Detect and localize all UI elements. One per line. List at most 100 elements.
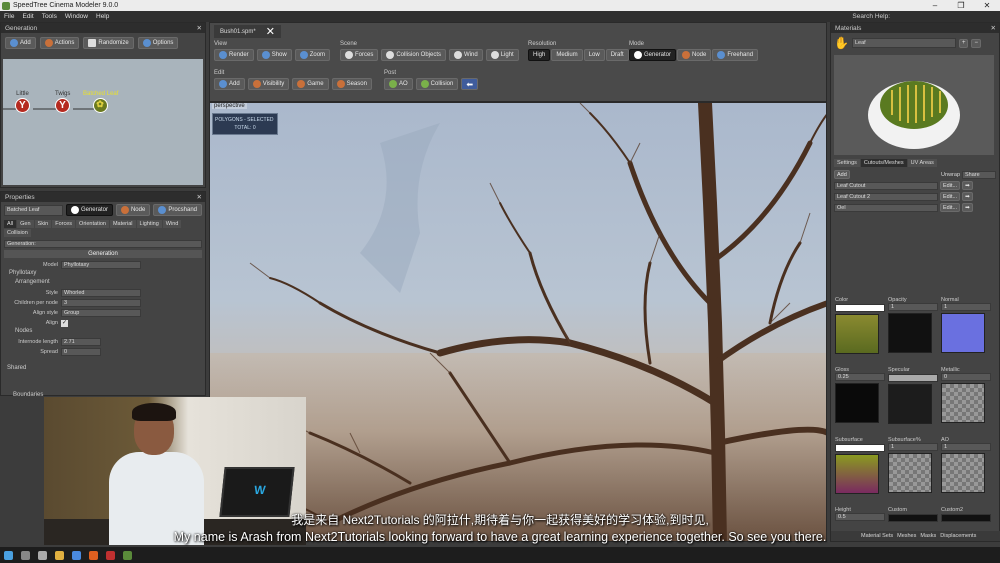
wind-button[interactable]: Wind [449,49,483,61]
unwrap-select[interactable]: Share [962,170,996,179]
app-icon[interactable] [106,550,115,560]
mode-generator-button[interactable]: Generator [629,49,677,61]
tab-uv-areas[interactable]: UV Areas [907,159,937,167]
start-icon[interactable] [4,550,13,560]
model-select[interactable]: Phyllotaxy [61,261,141,269]
shared-group[interactable]: Shared [1,365,205,374]
tab-wind[interactable]: Wind [162,220,182,228]
maximize-icon[interactable]: ❐ [948,1,974,10]
normal-value[interactable]: 1 [941,303,991,311]
menu-file[interactable]: File [0,13,18,20]
speedtree-icon[interactable] [123,550,132,560]
document-tab[interactable]: Bush01.spm* ✕ [214,25,281,38]
task-view-icon[interactable] [38,550,47,560]
nodes-group[interactable]: Nodes [1,328,205,337]
generation-graph[interactable]: Little Twigs Batched Leaf [3,59,203,185]
property-filter[interactable]: Generation: [4,240,202,248]
search-help-label[interactable]: Search Help: [852,13,890,20]
opacity-value[interactable]: 1 [888,303,938,311]
ao-button[interactable]: AO [384,78,413,90]
subsurface-texture[interactable] [835,454,879,494]
generator-mode-button[interactable]: Generator [65,204,113,216]
light-button[interactable]: Light [485,49,519,61]
show-button[interactable]: Show [256,49,292,61]
procshand-mode-button[interactable]: Procshand [153,204,202,216]
tab-lighting[interactable]: Lighting [136,220,162,228]
metallic-texture[interactable] [941,383,985,423]
resolution-low[interactable]: Low [583,49,605,61]
tab-cutouts-meshes[interactable]: Cutouts/Meshes [860,159,907,167]
cutout-select-1[interactable]: Leaf Cutout [834,181,938,190]
tab-orientation[interactable]: Orientation [76,220,109,228]
generation-section-header[interactable]: Generation [4,250,202,258]
material-remove-icon[interactable]: − [971,38,981,48]
arrow-right-icon[interactable]: ➡ [962,181,973,190]
visibility-button[interactable]: Visibility [247,78,290,90]
material-select[interactable]: Leaf [851,38,956,48]
season-button[interactable]: Season [331,78,372,90]
style-select[interactable]: Whorled [61,289,141,297]
close-tab-icon[interactable]: ✕ [266,25,275,38]
menu-window[interactable]: Window [61,13,92,20]
tab-forces[interactable]: Forces [52,220,76,228]
tab-collision[interactable]: Collision [4,229,31,237]
arrangement-group[interactable]: Arrangement [1,279,205,288]
node-little[interactable]: Little [15,91,30,113]
node-twigs[interactable]: Twigs [55,91,70,113]
metallic-value[interactable]: 0 [941,373,991,381]
tab-all[interactable]: All [4,220,17,228]
tab-gen[interactable]: Gen [17,220,34,228]
node-mode-button[interactable]: Node [115,204,151,216]
actions-button[interactable]: Actions [39,37,80,49]
panel-close-icon[interactable]: ✕ [197,193,202,201]
panel-close-icon[interactable]: ✕ [197,24,202,32]
align-style-select[interactable]: Group [61,309,141,317]
options-button[interactable]: Options [137,37,179,49]
specular-swatch[interactable] [888,374,938,382]
slot-specular[interactable]: Specular [888,367,938,424]
chrome-icon[interactable] [72,550,81,560]
collision-objects-button[interactable]: Collision Objects [381,49,447,61]
material-preview[interactable] [834,55,994,155]
edit-add-button[interactable]: Add [214,78,245,90]
gloss-value[interactable]: 0.25 [835,373,885,381]
normal-texture[interactable] [941,313,985,353]
resolution-high[interactable]: High [528,49,551,61]
align-checkbox[interactable]: ✓ [61,319,68,327]
spread-input[interactable]: 0 [61,348,101,356]
arrow-right-icon[interactable]: ➡ [962,203,973,212]
forces-button[interactable]: Forces [340,49,379,61]
cutout-edit-button-1[interactable]: Edit... [940,181,961,190]
cutout-select-2[interactable]: Leaf Cutout 2 [834,192,938,201]
tab-skin[interactable]: Skin [34,220,52,228]
ao-texture[interactable] [941,453,985,493]
slot-subsurface-pct[interactable]: Subsurface% 1 [888,437,938,493]
add-button[interactable]: Add [5,37,36,49]
menu-edit[interactable]: Edit [18,13,37,20]
search-icon[interactable] [21,550,30,560]
children-input[interactable]: 3 [61,299,141,307]
resolution-draft[interactable]: Draft [605,49,629,61]
cutout-add-button[interactable]: Add [834,170,850,179]
tab-material[interactable]: Material [109,220,136,228]
back-arrow-button[interactable]: ⬅ [461,78,479,90]
minimize-icon[interactable]: – [922,1,948,10]
camera-label[interactable]: perspective [212,103,247,109]
close-icon[interactable]: ✕ [974,1,1000,10]
subsurface-pct-value[interactable]: 1 [888,443,938,451]
hand-icon[interactable]: ✋ [834,36,849,50]
slot-normal[interactable]: Normal 1 [941,297,991,353]
cutout-select-3[interactable]: Oel [834,203,938,212]
specular-texture[interactable] [888,384,932,424]
gloss-texture[interactable] [835,383,879,423]
subsurface-swatch[interactable] [835,444,885,452]
slot-gloss[interactable]: Gloss 0.25 [835,367,885,423]
slot-ao[interactable]: AO 1 [941,437,991,493]
mode-freehand-button[interactable]: Freehand [712,49,759,61]
menu-tools[interactable]: Tools [38,13,61,20]
slot-subsurface[interactable]: Subsurface [835,437,885,494]
object-name-field[interactable]: Batched Leaf [4,204,63,216]
opacity-texture[interactable] [888,313,932,353]
subsurface-pct-texture[interactable] [888,453,932,493]
slot-opacity[interactable]: Opacity 1 [888,297,938,353]
